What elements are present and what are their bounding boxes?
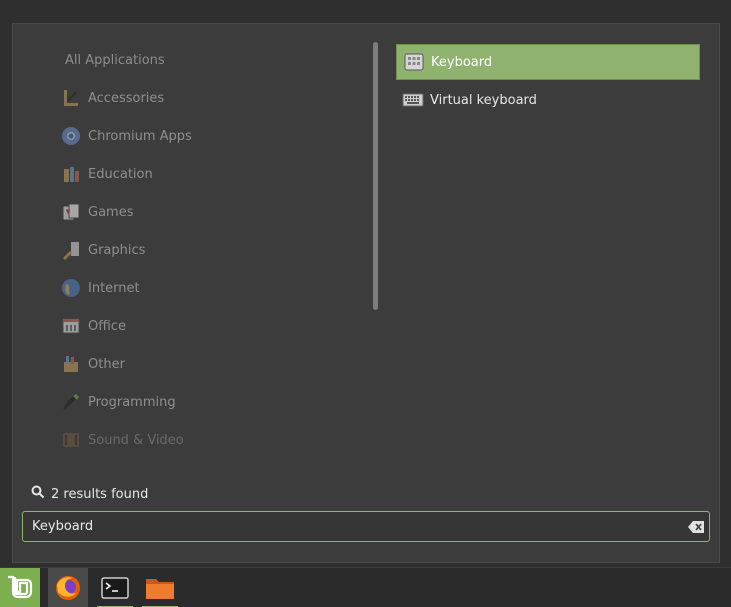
keyboard-settings-icon (403, 53, 425, 71)
sound-video-icon (60, 429, 82, 451)
accessories-icon (60, 87, 82, 109)
category-label: Games (88, 204, 134, 220)
terminal-icon (101, 577, 129, 599)
category-education[interactable]: Education (59, 155, 359, 193)
graphics-icon (60, 239, 82, 261)
category-label: Education (88, 166, 153, 182)
results-status: 2 results found (31, 485, 148, 503)
taskbar-firefox[interactable] (48, 568, 88, 607)
result-label: Virtual keyboard (430, 92, 537, 108)
category-label: Internet (88, 280, 140, 296)
application-menu: All Applications Accessories Chromium Ap… (12, 23, 720, 563)
education-icon (60, 163, 82, 185)
taskbar-files[interactable] (140, 568, 180, 607)
search-input[interactable] (23, 518, 683, 535)
result-virtual-keyboard[interactable]: Virtual keyboard (396, 82, 700, 118)
programming-icon (60, 391, 82, 413)
category-office[interactable]: Office (59, 307, 359, 345)
category-label: Programming (88, 394, 176, 410)
results-count-text: 2 results found (51, 486, 149, 502)
search-icon (31, 485, 45, 503)
search-box (22, 511, 710, 542)
category-internet[interactable]: Internet (59, 269, 359, 307)
mint-menu-icon (8, 575, 33, 599)
category-label: Accessories (88, 90, 165, 106)
firefox-icon (56, 576, 80, 600)
files-folder-icon (146, 579, 174, 599)
clear-search-button[interactable] (683, 514, 709, 540)
bottom-panel (0, 567, 731, 607)
category-label: Chromium Apps (88, 128, 192, 144)
virtual-keyboard-icon (402, 91, 424, 109)
category-accessories[interactable]: Accessories (59, 79, 359, 117)
result-keyboard[interactable]: Keyboard (396, 44, 700, 80)
category-chromium-apps[interactable]: Chromium Apps (59, 117, 359, 155)
category-all-applications[interactable]: All Applications (59, 41, 359, 79)
games-icon (60, 201, 82, 223)
internet-icon (60, 277, 82, 299)
clear-icon (688, 520, 704, 533)
taskbar-terminal[interactable] (95, 568, 135, 607)
search-results-list: Keyboard Virtual keyboard (396, 44, 700, 120)
category-programming[interactable]: Programming (59, 383, 359, 421)
category-games[interactable]: Games (59, 193, 359, 231)
category-label: Graphics (88, 242, 146, 258)
category-label: Office (88, 318, 126, 334)
screen: All Applications Accessories Chromium Ap… (0, 0, 731, 607)
menu-button[interactable] (0, 568, 40, 607)
category-sound-video[interactable]: Sound & Video (59, 421, 359, 459)
other-icon (60, 353, 82, 375)
category-list: All Applications Accessories Chromium Ap… (59, 41, 359, 459)
category-label: Sound & Video (88, 432, 184, 448)
category-scrollbar[interactable] (373, 42, 378, 310)
category-label: Other (88, 356, 125, 372)
chromium-icon (60, 125, 82, 147)
office-icon (60, 315, 82, 337)
result-label: Keyboard (431, 54, 493, 70)
category-other[interactable]: Other (59, 345, 359, 383)
category-graphics[interactable]: Graphics (59, 231, 359, 269)
